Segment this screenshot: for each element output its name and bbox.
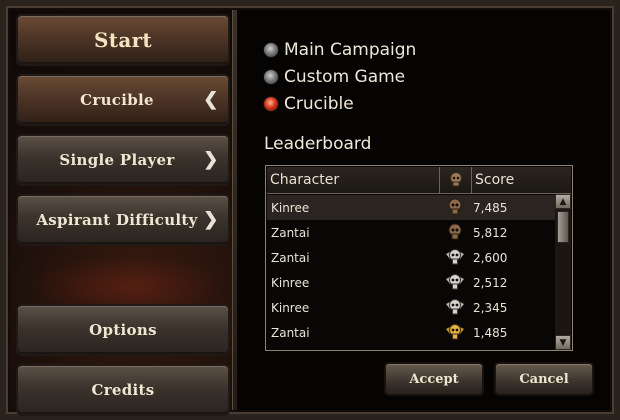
- leaderboard-row[interactable]: Kinree 2,345: [267, 295, 555, 320]
- mode-label: Custom Game: [284, 67, 406, 87]
- leaderboard-scrollbar[interactable]: ▲ ▼: [555, 194, 571, 350]
- row-character: Zantai: [271, 251, 310, 265]
- column-divider: [471, 167, 472, 193]
- leaderboard-row[interactable]: Zantai 1,485: [267, 320, 555, 345]
- skull-silver-winged-icon: [445, 247, 465, 267]
- row-score: 7,485: [473, 201, 508, 215]
- single-player-label: Single Player: [59, 151, 175, 169]
- aspirant-difficulty-label: Aspirant Difficulty: [36, 211, 198, 229]
- crucible-menu-screen: Start Crucible ❮ Single Player ❯ Aspiran…: [0, 0, 620, 420]
- chevron-left-icon: ❮: [203, 88, 219, 110]
- column-header-character[interactable]: Character: [270, 167, 339, 193]
- leaderboard-rows: Kinree 7,485 Zantai 5,812 Zantai 2,600 K…: [267, 195, 555, 345]
- radio-button-icon[interactable]: [264, 70, 278, 84]
- skull-silver-winged-icon: [445, 272, 465, 292]
- cancel-label: Cancel: [519, 371, 569, 387]
- skull-bronze-icon: [445, 222, 465, 242]
- start-button[interactable]: Start: [18, 16, 228, 64]
- options-label: Options: [89, 321, 157, 339]
- skull-header-icon[interactable]: [447, 167, 465, 193]
- leaderboard-header: Character Score: [267, 167, 571, 194]
- accept-label: Accept: [409, 371, 459, 387]
- row-score: 5,812: [473, 226, 508, 240]
- mode-option-crucible[interactable]: Crucible: [264, 94, 354, 114]
- chevron-right-icon: ❯: [203, 148, 219, 170]
- scroll-down-icon[interactable]: ▼: [555, 335, 571, 350]
- row-score: 2,600: [473, 251, 508, 265]
- mode-label: Crucible: [284, 94, 354, 114]
- row-score: 2,345: [473, 301, 508, 315]
- column-divider: [439, 167, 440, 193]
- credits-button[interactable]: Credits: [18, 366, 228, 414]
- row-character: Kinree: [271, 301, 310, 315]
- skull-bronze-icon: [445, 197, 465, 217]
- aspirant-difficulty-button[interactable]: Aspirant Difficulty ❯: [18, 196, 228, 244]
- cancel-button[interactable]: Cancel: [496, 364, 592, 394]
- start-label: Start: [94, 28, 152, 52]
- row-score: 2,512: [473, 276, 508, 290]
- radio-button-icon[interactable]: [264, 43, 278, 57]
- mode-label: Main Campaign: [284, 40, 417, 60]
- row-score: 1,485: [473, 326, 508, 340]
- leaderboard-row[interactable]: Kinree 2,512: [267, 270, 555, 295]
- options-button[interactable]: Options: [18, 306, 228, 354]
- radio-button-selected-icon[interactable]: [264, 97, 278, 111]
- row-character: Zantai: [271, 226, 310, 240]
- scroll-up-icon[interactable]: ▲: [555, 194, 571, 209]
- scrollbar-thumb[interactable]: [557, 211, 569, 243]
- skull-silver-winged-icon: [445, 297, 465, 317]
- mode-option-main-campaign[interactable]: Main Campaign: [264, 40, 416, 60]
- credits-label: Credits: [91, 381, 155, 399]
- leaderboard-table: Character Score Kinree 7,485 Zantai 5,81…: [265, 165, 573, 351]
- crucible-button[interactable]: Crucible ❮: [18, 76, 228, 124]
- leaderboard-row[interactable]: Zantai 5,812: [267, 220, 555, 245]
- mode-option-custom-game[interactable]: Custom Game: [264, 67, 405, 87]
- leaderboard-row[interactable]: Zantai 2,600: [267, 245, 555, 270]
- row-character: Kinree: [271, 276, 310, 290]
- leaderboard-title: Leaderboard: [264, 134, 372, 154]
- row-character: Kinree: [271, 201, 310, 215]
- row-character: Zantai: [271, 326, 310, 340]
- accept-button[interactable]: Accept: [386, 364, 482, 394]
- skull-gold-winged-icon: [445, 322, 465, 342]
- chevron-right-icon: ❯: [203, 208, 219, 230]
- crucible-label: Crucible: [80, 91, 154, 109]
- column-header-score[interactable]: Score: [475, 167, 514, 193]
- leaderboard-row[interactable]: Kinree 7,485: [267, 195, 555, 220]
- single-player-button[interactable]: Single Player ❯: [18, 136, 228, 184]
